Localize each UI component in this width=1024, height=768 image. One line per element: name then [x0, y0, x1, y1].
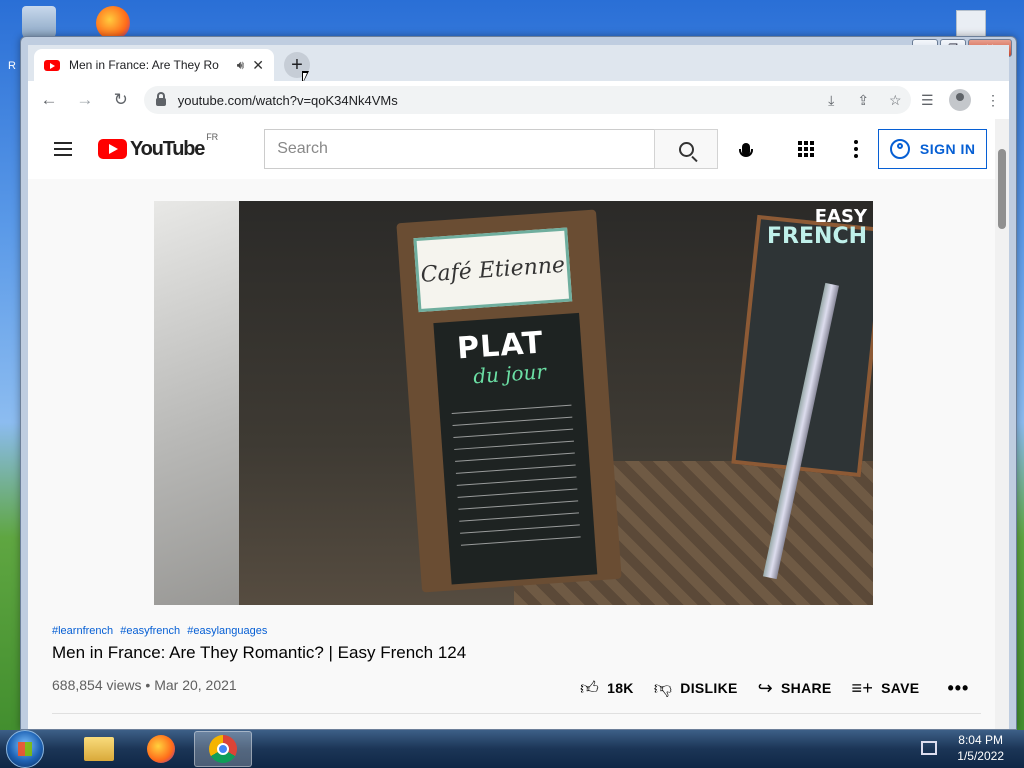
- thumbs-down-icon: 👎︎: [653, 678, 673, 698]
- divider: [52, 713, 981, 714]
- search-button[interactable]: [654, 129, 719, 169]
- search-icon: [678, 141, 694, 157]
- taskbar-firefox[interactable]: [132, 731, 190, 767]
- speaker-icon[interactable]: 🔊︎: [237, 58, 245, 73]
- region-code: FR: [206, 131, 219, 142]
- profile-icon[interactable]: [949, 89, 972, 111]
- upload-date: Mar 20, 2021: [154, 677, 237, 693]
- chalk-subtitle: du jour: [472, 359, 547, 389]
- system-tray: 8:04 PM 1/5/2022: [921, 732, 1004, 764]
- chrome-browser: Men in France: Are They Ro 🔊︎ ✕ + ← → ↻ …: [28, 45, 1009, 729]
- search-box: [264, 129, 719, 169]
- tab-youtube[interactable]: Men in France: Are They Ro 🔊︎ ✕: [34, 49, 274, 81]
- tab-strip: Men in France: Are They Ro 🔊︎ ✕ +: [28, 45, 1009, 85]
- like-button[interactable]: 👍︎ 18K: [580, 677, 634, 699]
- back-button[interactable]: ←: [34, 85, 64, 115]
- taskbar: 8:04 PM 1/5/2022: [0, 730, 1024, 768]
- firefox-icon: [147, 735, 175, 763]
- hamburger-menu-icon[interactable]: [54, 142, 72, 156]
- reading-list-icon[interactable]: ☰: [911, 92, 943, 109]
- install-icon[interactable]: ⤓: [815, 92, 847, 109]
- microphone-icon: [739, 142, 754, 157]
- save-label: SAVE: [881, 680, 920, 696]
- clock[interactable]: 8:04 PM 1/5/2022: [957, 732, 1004, 764]
- taskbar-explorer[interactable]: [70, 731, 128, 767]
- tab-close-icon[interactable]: ✕: [252, 57, 264, 74]
- start-button[interactable]: [6, 730, 44, 768]
- share-button[interactable]: ↪ SHARE: [758, 678, 832, 699]
- recycle-bin-icon[interactable]: [22, 6, 56, 40]
- apps-grid-icon[interactable]: [798, 141, 815, 157]
- youtube-logo[interactable]: YouTube FR: [98, 132, 218, 161]
- browser-window: ▁ ❐ ✕ Men in France: Are They Ro 🔊︎ ✕ + …: [20, 36, 1017, 730]
- folder-icon: [84, 737, 114, 761]
- youtube-header: YouTube FR SIGN IN: [28, 119, 1009, 179]
- menu-icon[interactable]: ⋮: [977, 92, 1009, 109]
- save-button[interactable]: ≡+ SAVE: [852, 678, 920, 699]
- share-icon[interactable]: ⇪: [847, 92, 879, 109]
- thumbs-up-icon: 👍︎: [580, 678, 600, 698]
- hashtag-link[interactable]: #easyfrench: [120, 625, 180, 637]
- reload-button[interactable]: ↻: [106, 85, 136, 115]
- network-icon[interactable]: [921, 741, 938, 755]
- hashtags: #learnfrench #easyfrench #easylanguages: [52, 625, 271, 637]
- lock-icon[interactable]: [155, 92, 166, 106]
- video-title: Men in France: Are They Romantic? | Easy…: [52, 643, 467, 662]
- video-meta: 688,854 views • Mar 20, 2021: [52, 677, 237, 693]
- clock-time: 8:04 PM: [958, 733, 1003, 747]
- view-count: 688,854 views: [52, 677, 142, 693]
- url-text[interactable]: youtube.com/watch?v=qoK34Nk4VMs: [178, 93, 816, 108]
- voice-search-button[interactable]: [736, 129, 756, 169]
- youtube-favicon-icon: [44, 59, 60, 71]
- dislike-button[interactable]: 👎︎ DISLIKE: [654, 677, 738, 699]
- youtube-play-icon: [98, 139, 127, 159]
- meta-separator: •: [145, 677, 155, 693]
- dislike-label: DISLIKE: [680, 680, 738, 696]
- chrome-icon: [209, 735, 237, 763]
- settings-more-icon[interactable]: [854, 140, 859, 158]
- share-arrow-icon: ↪: [757, 677, 774, 698]
- taskbar-chrome[interactable]: [194, 731, 252, 767]
- hashtag-link[interactable]: #learnfrench: [52, 625, 113, 637]
- address-bar[interactable]: youtube.com/watch?v=qoK34Nk4VMs ⤓ ⇪ ☆: [143, 86, 912, 114]
- search-input[interactable]: [264, 129, 655, 169]
- bookmark-star-icon[interactable]: ☆: [879, 92, 911, 109]
- tab-title: Men in France: Are They Ro: [69, 58, 219, 72]
- hashtag-link[interactable]: #easylanguages: [187, 625, 267, 637]
- browser-toolbar: ← → ↻ youtube.com/watch?v=qoK34Nk4VMs ⤓ …: [28, 81, 1009, 119]
- sign-in-label: SIGN IN: [919, 141, 976, 157]
- page-scrollbar[interactable]: [995, 119, 1009, 729]
- sign-in-button[interactable]: SIGN IN: [878, 129, 988, 169]
- chalk-menu: PLAT du jour: [433, 312, 598, 585]
- easy-french-badge: EASY FRENCH: [767, 207, 867, 249]
- forward-button[interactable]: →: [70, 85, 100, 115]
- cafe-sign-text: Café Etienne: [413, 227, 573, 313]
- video-player[interactable]: Café Etienne PLAT du jour EASY FRENCH: [154, 201, 873, 605]
- account-icon: [889, 139, 910, 159]
- share-label: SHARE: [781, 680, 832, 696]
- clock-date: 1/5/2022: [957, 749, 1004, 763]
- youtube-page: YouTube FR SIGN IN: [28, 119, 1009, 729]
- desktop-label: R: [8, 60, 16, 72]
- youtube-logo-text: YouTube: [130, 137, 205, 160]
- badge-french: FRENCH: [767, 224, 867, 249]
- playlist-add-icon: ≡+: [851, 677, 874, 698]
- like-count: 18K: [607, 680, 634, 696]
- more-actions-icon[interactable]: •••: [947, 678, 969, 699]
- chalk-menu-lines: [451, 394, 582, 557]
- firefox-desktop-icon[interactable]: [96, 6, 130, 40]
- scrollbar-thumb[interactable]: [998, 149, 1006, 229]
- video-actions: 👍︎ 18K 👎︎ DISLIKE ↪ SHARE ≡+ SAVE •••: [580, 677, 969, 699]
- chalkboard-sign: Café Etienne PLAT du jour: [396, 209, 622, 593]
